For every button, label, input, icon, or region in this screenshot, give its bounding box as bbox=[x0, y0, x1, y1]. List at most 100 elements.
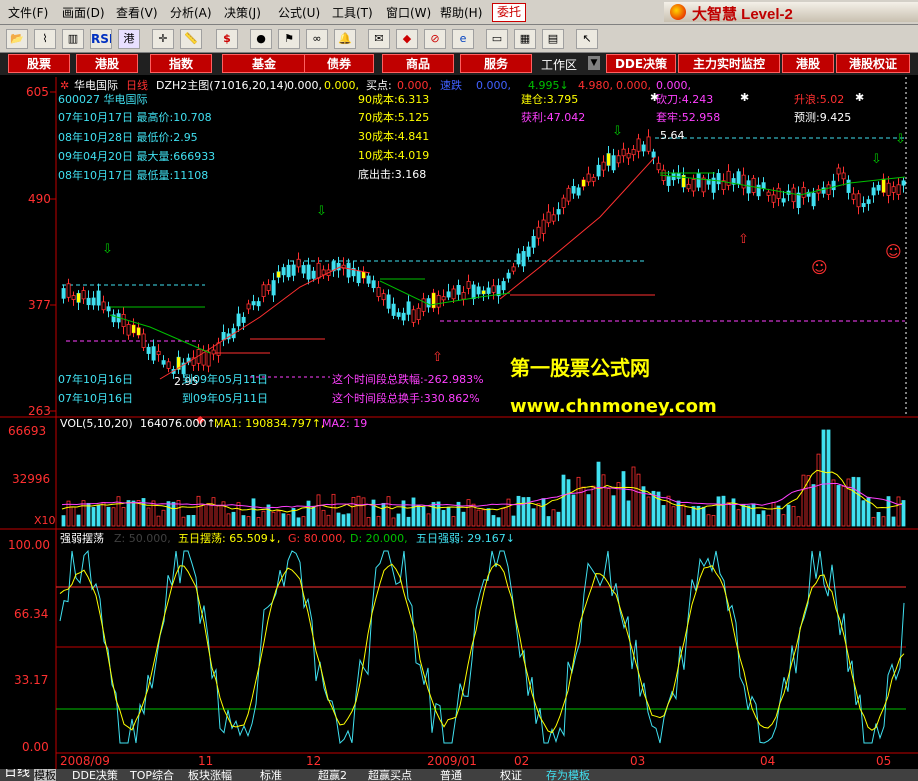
candle bbox=[611, 155, 616, 171]
candle bbox=[206, 351, 211, 367]
buy-point-label: 买点: bbox=[366, 79, 392, 92]
tab-top-overall[interactable]: TOP综合 bbox=[130, 769, 174, 781]
volume-bar bbox=[261, 510, 266, 527]
menu-tools[interactable]: 工具(T) bbox=[332, 4, 373, 21]
chart-area[interactable]: 605 490 377 263 ⇩ ⇩ ⇩ ⇩ ⇩ ⇧ ⇧ ☺ ☺ ✱ ✱ ✱ … bbox=[0, 77, 918, 769]
candle bbox=[451, 288, 456, 300]
tab-warrant[interactable]: 权证 bbox=[500, 769, 522, 781]
candle bbox=[616, 155, 621, 164]
settings-icon[interactable]: ✲ bbox=[60, 79, 69, 92]
chevron-down-icon[interactable]: ▼ bbox=[588, 56, 600, 70]
market-tab-fund[interactable]: 基金 bbox=[222, 54, 306, 73]
indicator-icon[interactable]: ● bbox=[250, 29, 272, 49]
menu-display[interactable]: 画面(D) bbox=[62, 4, 105, 21]
candle bbox=[561, 197, 566, 208]
ie-icon[interactable]: e bbox=[452, 29, 474, 49]
formula-s3: 4.995↓ bbox=[528, 79, 569, 92]
tab-normal[interactable]: 普通 bbox=[440, 769, 462, 781]
tab-template[interactable]: 模板 bbox=[34, 769, 56, 781]
rsi-icon[interactable]: RSI bbox=[90, 29, 112, 49]
volume-bar bbox=[676, 500, 681, 527]
menu-help[interactable]: 帮助(H) bbox=[440, 4, 482, 21]
volume-ma1: MA1: 190834.797↑, bbox=[214, 417, 324, 430]
volume-bar bbox=[341, 514, 346, 527]
hk-icon[interactable]: 港 bbox=[118, 29, 140, 49]
x-label-11: 11 bbox=[198, 754, 213, 768]
line-chart-icon[interactable]: ⌇ bbox=[34, 29, 56, 49]
news-icon[interactable]: ✉ bbox=[368, 29, 390, 49]
stop-icon[interactable]: ⊘ bbox=[424, 29, 446, 49]
alert-icon[interactable]: 🔔 bbox=[334, 29, 356, 49]
period2-start: 07年10月16日 bbox=[58, 391, 133, 405]
menu-window[interactable]: 窗口(W) bbox=[386, 4, 431, 21]
candle bbox=[626, 152, 631, 159]
period1-end: 到09年05月11日 bbox=[182, 372, 268, 386]
formula-s4: 4.980, bbox=[578, 79, 613, 92]
workzone-label[interactable]: 工作区 bbox=[541, 56, 577, 73]
up-arrow-icon: ⇧ bbox=[738, 232, 749, 247]
volume-bar bbox=[556, 511, 561, 527]
tab-sector-gain[interactable]: 板块涨幅 bbox=[188, 769, 232, 781]
dollar-icon[interactable]: $ bbox=[216, 29, 238, 49]
volume-bar bbox=[741, 504, 746, 527]
menu-analysis[interactable]: 分析(A) bbox=[170, 4, 212, 21]
volume-bar bbox=[761, 510, 766, 527]
market-tab-commodity[interactable]: 商品 bbox=[382, 54, 454, 73]
tab-dde-decision[interactable]: DDE决策 bbox=[72, 769, 118, 781]
volume-bar bbox=[66, 500, 71, 527]
x-label-03: 03 bbox=[630, 754, 645, 768]
candle bbox=[141, 333, 146, 348]
dde-decision-button[interactable]: DDE决策 bbox=[606, 54, 676, 73]
tab-save-template[interactable]: 存为模板 bbox=[546, 769, 590, 781]
candle bbox=[416, 307, 421, 321]
ruler-icon[interactable]: 📏 bbox=[180, 29, 202, 49]
candle-highlight bbox=[582, 179, 586, 187]
volume-bar bbox=[71, 506, 76, 527]
folder-icon[interactable]: 📂 bbox=[6, 29, 28, 49]
market-tab-service[interactable]: 服务 bbox=[460, 54, 532, 73]
menu-decision[interactable]: 决策(J) bbox=[224, 4, 261, 21]
note-icon[interactable]: ▭ bbox=[486, 29, 508, 49]
candle bbox=[401, 312, 406, 321]
volume-bar bbox=[721, 495, 726, 527]
market-tab-stock[interactable]: 股票 bbox=[8, 54, 70, 73]
volume-bar bbox=[201, 504, 206, 527]
kline-icon[interactable]: ▥ bbox=[62, 29, 84, 49]
candle-highlight bbox=[137, 327, 141, 336]
market-bar: 股票 港股 指数 基金 债券 商品 服务 工作区 ▼ DDE决策 主力实时监控 … bbox=[0, 53, 918, 75]
menu-bar: 文件(F) 画面(D) 查看(V) 分析(A) 决策(J) 公式(U) 工具(T… bbox=[0, 0, 918, 25]
hk-warrant-button[interactable]: 港股权证 bbox=[836, 54, 910, 73]
tab-super-win-2[interactable]: 超赢2 bbox=[318, 769, 347, 781]
candle bbox=[211, 349, 216, 355]
menu-view[interactable]: 查看(V) bbox=[116, 4, 158, 21]
volume-bar bbox=[486, 508, 491, 527]
smiley-icon: ☺ bbox=[811, 258, 828, 277]
grid-icon[interactable]: ▤ bbox=[542, 29, 564, 49]
crosshair-icon[interactable]: ✛ bbox=[152, 29, 174, 49]
market-tab-index[interactable]: 指数 bbox=[150, 54, 212, 73]
volume-bar bbox=[776, 505, 781, 527]
binoculars-icon[interactable]: ∞ bbox=[306, 29, 328, 49]
volume-bar bbox=[441, 510, 446, 527]
cursor-icon[interactable]: ↖ bbox=[576, 29, 598, 49]
volume-bar bbox=[136, 500, 141, 527]
main-force-monitor-button[interactable]: 主力实时监控 bbox=[678, 54, 780, 73]
volume-bar bbox=[61, 515, 66, 527]
volume-bar bbox=[321, 509, 326, 527]
tab-super-win-buy[interactable]: 超赢买点 bbox=[368, 769, 412, 781]
candle bbox=[866, 199, 871, 204]
market-tab-hk[interactable]: 港股 bbox=[76, 54, 138, 73]
volume-bar bbox=[561, 474, 566, 527]
menu-file[interactable]: 文件(F) bbox=[8, 4, 48, 21]
table-icon[interactable]: ▦ bbox=[514, 29, 536, 49]
market-tab-bond[interactable]: 债券 bbox=[304, 54, 374, 73]
hk-stock-button[interactable]: 港股 bbox=[782, 54, 834, 73]
diamond-icon[interactable]: ◆ bbox=[396, 29, 418, 49]
candle bbox=[761, 182, 766, 189]
tab-standard[interactable]: 标准 bbox=[260, 769, 282, 781]
flag-icon[interactable]: ⚑ bbox=[278, 29, 300, 49]
volume-bar bbox=[566, 479, 571, 527]
candle bbox=[126, 324, 131, 336]
entrust-button[interactable]: 委托 bbox=[492, 3, 526, 22]
menu-formula[interactable]: 公式(U) bbox=[278, 4, 320, 21]
